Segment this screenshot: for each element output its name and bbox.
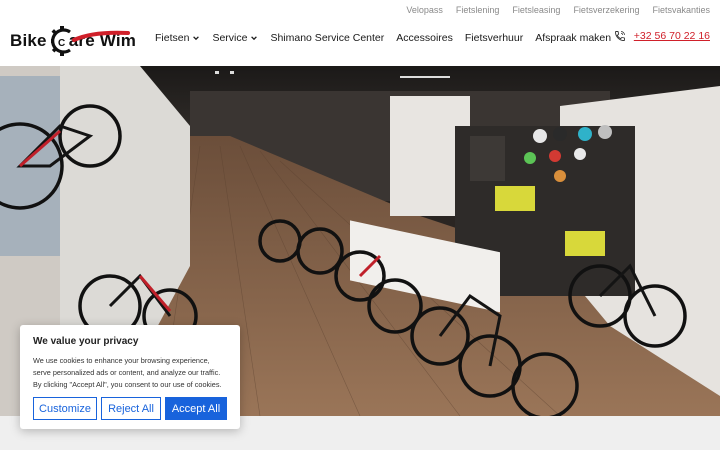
logo[interactable]: Bike C are Wim <box>10 22 136 60</box>
nav-item-fietsen[interactable]: Fietsen <box>155 32 200 44</box>
nav-label: Accessoires <box>396 32 453 44</box>
nav-item-service[interactable]: Service <box>212 32 258 44</box>
nav-item-accessoires[interactable]: Accessoires <box>396 32 453 44</box>
utility-link-velopass[interactable]: Velopass <box>406 5 443 15</box>
utility-link-fietsverzekering[interactable]: Fietsverzekering <box>573 5 639 15</box>
chevron-down-icon <box>251 36 258 41</box>
site-header: Bike C are Wim Fietsen Service Shimano S… <box>0 20 720 66</box>
logo-gear-icon: C <box>49 24 71 58</box>
main-nav: Fietsen Service Shimano Service Center A… <box>155 32 611 44</box>
utility-nav: Velopass Fietslening Fietsleasing Fietsv… <box>406 0 720 20</box>
logo-word-bike: Bike <box>10 31 47 50</box>
cookie-consent-banner: We value your privacy We use cookies to … <box>20 325 240 429</box>
nav-item-shimano-service-center[interactable]: Shimano Service Center <box>270 32 384 44</box>
nav-item-afspraak-maken[interactable]: Afspraak maken <box>535 32 611 44</box>
logo-letter: C <box>58 38 65 49</box>
page: Velopass Fietslening Fietsleasing Fietsv… <box>0 0 720 450</box>
nav-item-fietsverhuur[interactable]: Fietsverhuur <box>465 32 523 44</box>
nav-label: Shimano Service Center <box>270 32 385 44</box>
utility-link-fietsvakanties[interactable]: Fietsvakanties <box>652 5 710 15</box>
nav-label: Afspraak maken <box>535 32 612 44</box>
phone-contact[interactable]: +32 56 70 22 16 <box>614 30 710 42</box>
phone-number-link[interactable]: +32 56 70 22 16 <box>634 30 710 42</box>
utility-link-fietslening[interactable]: Fietslening <box>456 5 500 15</box>
nav-label: Fietsen <box>155 32 190 44</box>
cookie-title: We value your privacy <box>33 336 139 347</box>
cookie-actions: Customize Reject All Accept All <box>33 397 227 420</box>
nav-label: Service <box>212 32 248 44</box>
accept-all-button[interactable]: Accept All <box>165 397 227 420</box>
logo-swoosh-icon <box>72 30 130 42</box>
customize-button[interactable]: Customize <box>33 397 97 420</box>
nav-label: Fietsverhuur <box>464 32 524 44</box>
utility-link-fietsleasing[interactable]: Fietsleasing <box>512 5 560 15</box>
chevron-down-icon <box>193 36 200 41</box>
cookie-description: We use cookies to enhance your browsing … <box>33 356 222 389</box>
phone-icon <box>614 31 625 41</box>
reject-all-button[interactable]: Reject All <box>101 397 161 420</box>
